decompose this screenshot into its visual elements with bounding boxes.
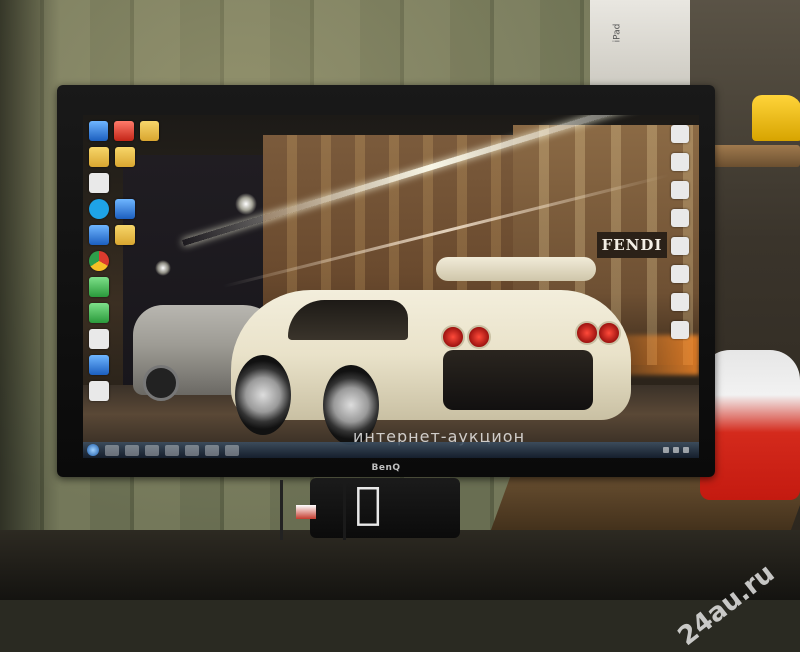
taskbar-button[interactable] <box>145 444 159 456</box>
network-icon[interactable] <box>89 225 109 245</box>
car-spoiler <box>436 257 596 281</box>
desktop-shortcut-icon[interactable] <box>671 153 689 171</box>
desk <box>0 530 800 600</box>
desktop-shortcut-icon[interactable] <box>671 125 689 143</box>
monitor: FENDI интернет-аукцион BenQ <box>57 85 715 477</box>
taskbar-button[interactable] <box>225 444 239 456</box>
toy-car-red <box>700 350 800 500</box>
desktop-shortcut-icon[interactable] <box>671 293 689 311</box>
tray-icon[interactable] <box>673 447 679 453</box>
monitor-screen[interactable]: FENDI интернет-аукцион <box>83 115 699 458</box>
file-icon[interactable] <box>89 329 109 349</box>
start-button-icon[interactable] <box>87 444 99 456</box>
taskbar-button[interactable] <box>125 444 139 456</box>
tray-icon[interactable] <box>683 447 689 453</box>
desktop-shortcut-icon[interactable] <box>89 355 109 375</box>
car-window <box>288 300 408 340</box>
desktop-shortcut-icon[interactable] <box>671 237 689 255</box>
folder-icon[interactable] <box>115 147 135 167</box>
tray-icon[interactable] <box>663 447 669 453</box>
taskbar-button[interactable] <box>185 444 199 456</box>
taskbar-button[interactable] <box>165 444 179 456</box>
desktop-shortcut-icon[interactable] <box>89 303 109 323</box>
taskbar <box>83 442 699 458</box>
apple-logo-icon:  <box>355 478 381 529</box>
taskbar-button[interactable] <box>205 444 219 456</box>
power-plug <box>296 505 316 519</box>
folder-icon[interactable] <box>115 225 135 245</box>
skype-icon[interactable] <box>89 199 109 219</box>
desktop-icons-right <box>671 125 693 339</box>
desktop-shortcut-icon[interactable] <box>89 121 109 141</box>
tail-light <box>467 325 491 349</box>
tail-light <box>597 321 621 345</box>
desktop-shortcut-icon[interactable] <box>671 209 689 227</box>
taskbar-button[interactable] <box>105 444 119 456</box>
car-wheel <box>235 355 291 435</box>
box-label: iPad <box>612 23 623 43</box>
system-tray <box>663 447 699 453</box>
desktop-shortcut-icon[interactable] <box>89 277 109 297</box>
tail-light <box>575 321 599 345</box>
desktop-shortcut-icon[interactable] <box>671 181 689 199</box>
desktop-icons <box>89 121 159 401</box>
chrome-icon[interactable] <box>89 251 109 271</box>
wall-shadow <box>0 0 60 600</box>
street-light <box>235 193 257 215</box>
store-sign: FENDI <box>597 232 667 258</box>
car-rear-grille <box>443 350 593 410</box>
monitor-brand-logo: BenQ <box>371 463 401 473</box>
desktop-shortcut-icon[interactable] <box>671 321 689 339</box>
file-icon[interactable] <box>89 173 109 193</box>
desktop-shortcut-icon[interactable] <box>115 199 135 219</box>
file-icon[interactable] <box>89 381 109 401</box>
folder-icon[interactable] <box>89 147 109 167</box>
desktop-shortcut-icon[interactable] <box>671 265 689 283</box>
folder-icon[interactable] <box>139 121 159 141</box>
tail-light <box>441 325 465 349</box>
toy-car-yellow <box>752 95 800 141</box>
desktop-shortcut-icon[interactable] <box>114 121 134 141</box>
shelf-board <box>705 145 800 167</box>
